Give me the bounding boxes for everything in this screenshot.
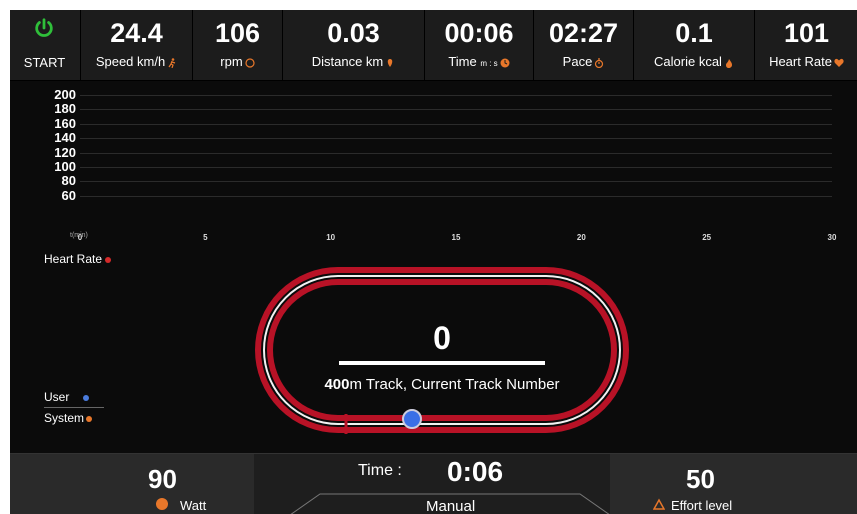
effort-panel [610,454,857,514]
legend-divider [44,407,104,408]
clock-icon [500,58,510,68]
y-tick-label: 160 [54,115,76,131]
heart-icon [834,58,844,67]
x-axis-unit: t(min) [70,232,88,239]
pace-value: 02:27 [548,18,619,48]
x-tick-label: 25 [702,233,712,242]
rpm-icon [245,57,255,68]
legend: User System [44,388,104,427]
speed-value: 24.4 [110,18,163,48]
y-tick-label: 60 [61,187,76,203]
gridline [80,138,832,140]
heart-rate-chart: 200 180 160 140 120 100 80 60 0 5 10 15 20 25 30 t(mi… [10,81,857,266]
y-tick-label: 120 [54,144,76,160]
x-tick-label: 15 [451,233,461,242]
track-caption: 400m Track, Current Track Number [254,376,630,393]
gridline [80,181,832,183]
effort-level-icon [653,498,665,510]
time-unit: m : s [480,59,498,68]
gridline [80,167,832,168]
speed-label: Speed km/h [95,54,166,69]
distance-icon [388,58,393,67]
stat-rpm: 106 rpm [192,10,282,80]
y-axis-label: Heart Rate [44,252,112,266]
heart-rate-dot-icon [105,256,112,263]
calorie-label: Calorie kcal [654,54,722,69]
stat-speed: 24.4 Speed km/h [80,10,192,80]
time-label: Time [448,54,477,69]
rpm-label: rpm [220,54,243,69]
effort-value: 50 [686,464,715,494]
watt-value: 90 [148,464,177,494]
gridline [80,195,832,197]
watt-panel [10,454,254,514]
y-tick-label: 140 [54,130,76,146]
pace-label: Pace [562,54,593,69]
stats-bar: START 24.4 Speed km/h 106 rpm 0.03 Dista… [10,10,857,81]
current-track-number: 0 [433,320,451,356]
time-value: 00:06 [444,18,514,48]
stopwatch-icon [595,57,604,68]
x-tick-label: 20 [576,233,586,242]
distance-label: Distance km [311,54,384,69]
power-icon [35,18,53,37]
watt-icon [156,498,168,510]
start-button[interactable]: START [10,10,79,80]
system-dot-icon [86,415,93,422]
workout-time-label: Time : [358,462,402,479]
x-tick-label: 30 [827,233,837,242]
y-tick-label: 180 [54,101,76,117]
runner-position-marker [402,409,422,429]
gridline [80,152,832,154]
stat-heart-rate: 101 Heart Rate [754,10,857,80]
start-label: START [23,55,66,70]
x-tick-label: 5 [203,233,208,242]
track-distance: 400 [324,376,350,393]
track-caption-text: m Track, Current Track Number [349,376,560,393]
bottom-bar: 90 Watt Time : 0:06 Manual 50 Effort lev… [10,453,857,514]
distance-value: 0.03 [327,18,380,48]
y-tick-label: 100 [54,159,76,174]
workout-time-value: 0:06 [447,456,504,487]
user-dot-icon [83,394,90,401]
gridline [80,123,832,125]
gridline [80,95,832,96]
heart-rate-value: 101 [783,18,830,48]
watt-label: Watt [180,498,207,513]
heart-rate-label: Heart Rate [769,54,832,69]
stat-time: 00:06 Time m : s [424,10,533,80]
stat-distance: 0.03 Distance km [282,10,424,80]
track-number-underline [339,361,545,365]
flame-icon [725,58,732,68]
console-screen: START 24.4 Speed km/h 106 rpm 0.03 Dista… [10,10,857,514]
x-tick-label: 10 [326,233,336,242]
legend-user: User [44,388,104,406]
runner-icon [168,57,176,68]
y-tick-label: 200 [54,87,76,102]
y-tick-label: 80 [61,173,76,189]
stat-calorie: 0.1 Calorie kcal [633,10,754,80]
gridline [80,109,832,111]
effort-label: Effort level [671,498,733,513]
legend-system: System [44,409,104,427]
rpm-value: 106 [214,18,261,48]
workout-mode[interactable]: Manual [426,498,475,514]
stat-pace: 02:27 Pace [533,10,633,80]
running-track: 0 400m Track, Current Track Number [254,264,630,436]
calorie-value: 0.1 [675,18,713,48]
